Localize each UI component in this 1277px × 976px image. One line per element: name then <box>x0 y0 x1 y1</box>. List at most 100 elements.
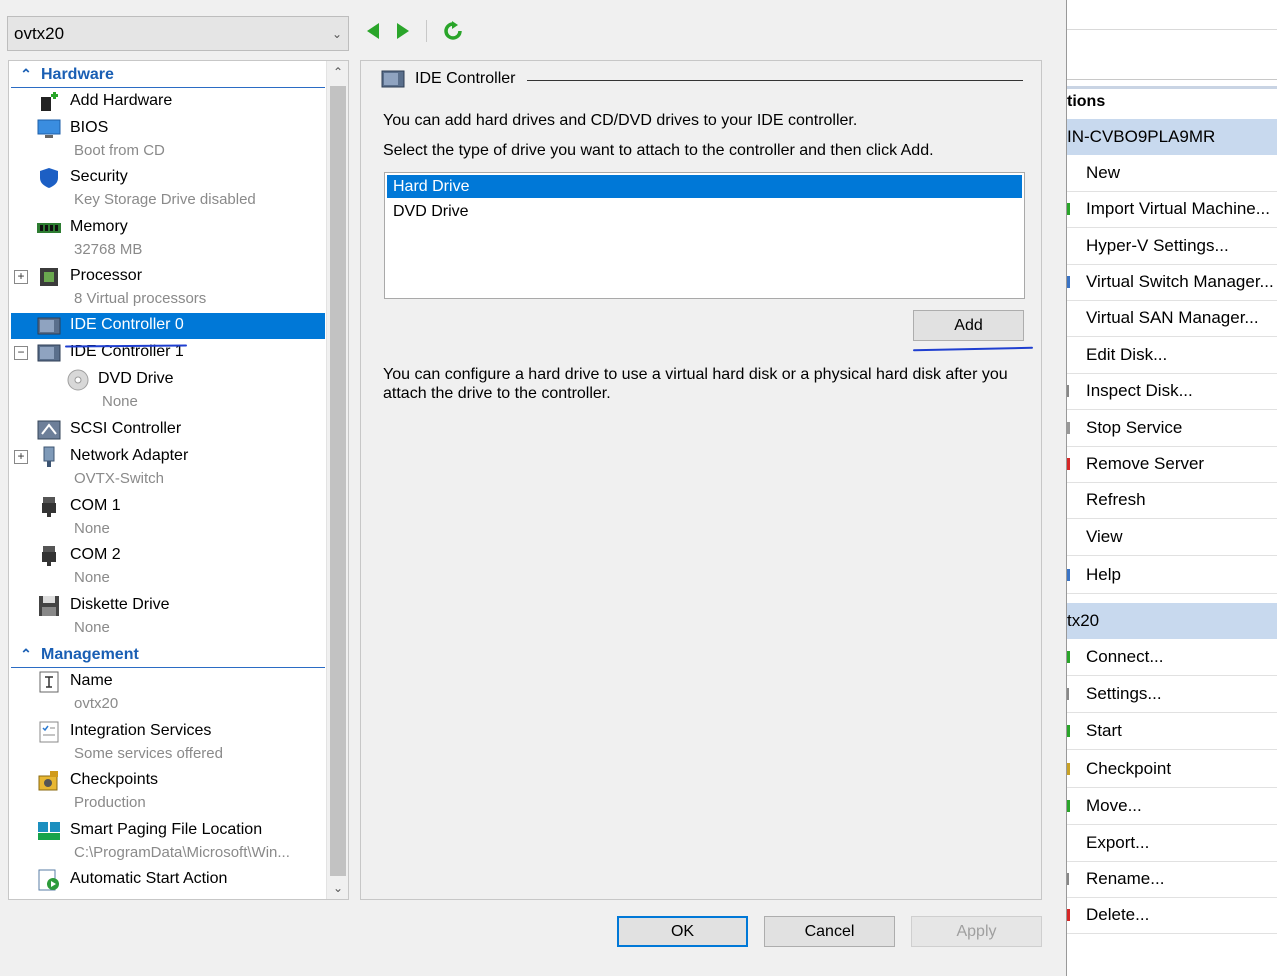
floppy-disk-icon <box>37 595 61 617</box>
tree-item-processor[interactable]: + Processor 8 Virtual processors <box>11 264 325 307</box>
rename-icon <box>1067 873 1069 885</box>
tree-item-label: COM 2 <box>70 546 121 563</box>
refresh-icon[interactable] <box>443 21 463 41</box>
vm-group-header[interactable]: tx20 <box>1067 603 1277 639</box>
tree-item-detail: Key Storage Drive disabled <box>74 191 256 208</box>
tree-item-ide-controller-0[interactable]: IDE Controller 0 <box>11 313 325 339</box>
action-label: Export... <box>1086 833 1150 852</box>
action-remove-server[interactable]: Remove Server <box>1067 446 1277 483</box>
action-label: Virtual SAN Manager... <box>1086 308 1259 327</box>
action-help[interactable]: Help <box>1067 557 1277 594</box>
tree-item-detail: ovtx20 <box>74 695 119 712</box>
action-edit-disk[interactable]: Edit Disk... <box>1067 337 1277 374</box>
scroll-up-icon[interactable]: ⌃ <box>327 61 348 83</box>
add-hardware-icon <box>37 91 61 113</box>
drive-option-dvd-drive[interactable]: DVD Drive <box>387 200 1022 223</box>
group-divider <box>527 80 1023 81</box>
action-virtual-san-manager[interactable]: Virtual SAN Manager... <box>1067 300 1277 337</box>
expand-plus-icon[interactable]: + <box>14 270 28 284</box>
panel-group-title-text: IDE Controller <box>415 70 516 87</box>
vm-selector-dropdown[interactable]: ovtx20 ⌄ <box>7 16 349 51</box>
action-hyperv-settings[interactable]: Hyper-V Settings... <box>1067 228 1277 265</box>
tree-item-com-1[interactable]: COM 1 None <box>11 494 325 537</box>
move-icon <box>1067 800 1070 812</box>
tree-item-bios[interactable]: BIOS Boot from CD <box>11 116 325 159</box>
tree-item-label: Diskette Drive <box>70 596 170 613</box>
add-button[interactable]: Add <box>913 310 1024 341</box>
import-icon <box>1067 203 1070 215</box>
cancel-button[interactable]: Cancel <box>764 916 895 947</box>
tree-item-label: Automatic Start Action <box>70 870 228 887</box>
dvd-disc-icon <box>66 369 90 391</box>
tree-item-detail: OVTX-Switch <box>74 470 165 487</box>
tree-item-diskette-drive[interactable]: Diskette Drive None <box>11 593 325 636</box>
action-settings[interactable]: Settings... <box>1067 676 1277 713</box>
tree-item-smart-paging[interactable]: Smart Paging File Location C:\ProgramDat… <box>11 818 325 861</box>
action-refresh[interactable]: Refresh <box>1067 482 1277 519</box>
scroll-down-icon[interactable]: ⌄ <box>327 877 348 899</box>
collapse-chevron-icon: ⌃ <box>20 646 32 662</box>
action-label: Help <box>1086 565 1121 584</box>
tree-item-network-adapter[interactable]: + Network Adapter OVTX-Switch <box>11 444 325 487</box>
ide-controller-icon <box>37 342 61 364</box>
back-arrow-icon[interactable] <box>366 22 380 40</box>
action-label: Rename... <box>1086 869 1165 888</box>
action-move[interactable]: Move... <box>1067 788 1277 825</box>
tree-item-label: Processor <box>70 267 143 284</box>
actions-pane-title: tions <box>1067 86 1277 116</box>
action-new[interactable]: New <box>1067 155 1277 192</box>
tree-item-memory[interactable]: Memory 32768 MB <box>11 215 325 258</box>
action-label: Edit Disk... <box>1086 345 1168 364</box>
action-rename[interactable]: Rename... <box>1067 861 1277 898</box>
action-inspect-disk[interactable]: Inspect Disk... <box>1067 373 1277 410</box>
tree-item-detail: None <box>74 520 110 537</box>
hardware-section-header[interactable]: ⌃ Hardware <box>11 62 325 88</box>
action-start[interactable]: Start <box>1067 713 1277 750</box>
action-export[interactable]: Export... <box>1067 825 1277 862</box>
apply-button: Apply <box>911 916 1042 947</box>
tree-item-security[interactable]: Security Key Storage Drive disabled <box>11 165 325 208</box>
action-label: Connect... <box>1086 647 1164 666</box>
tree-item-name[interactable]: Name ovtx20 <box>11 669 325 712</box>
switch-icon <box>1067 276 1070 288</box>
action-label: Start <box>1086 721 1122 740</box>
tree-item-add-hardware[interactable]: Add Hardware <box>11 89 325 115</box>
management-section-header[interactable]: ⌃ Management <box>11 642 325 668</box>
scrollbar-thumb[interactable] <box>330 86 346 876</box>
action-stop-service[interactable]: Stop Service <box>1067 410 1277 447</box>
tree-item-label: COM 1 <box>70 497 121 514</box>
collapse-minus-icon[interactable]: − <box>14 346 28 360</box>
settings-icon <box>1067 688 1069 700</box>
action-checkpoint[interactable]: Checkpoint <box>1067 751 1277 788</box>
action-view[interactable]: View <box>1067 519 1277 556</box>
tree-item-com-2[interactable]: COM 2 None <box>11 543 325 586</box>
ok-button[interactable]: OK <box>617 916 748 947</box>
actions-top-strip <box>1067 0 1277 30</box>
action-delete[interactable]: Delete... <box>1067 897 1277 934</box>
tree-item-checkpoints[interactable]: Checkpoints Production <box>11 768 325 811</box>
shield-icon <box>37 167 61 189</box>
action-label: Delete... <box>1086 905 1150 924</box>
panel-description-line-1: You can add hard drives and CD/DVD drive… <box>383 112 858 129</box>
checkpoint-icon <box>1067 763 1070 775</box>
action-connect[interactable]: Connect... <box>1067 639 1277 676</box>
action-import-vm[interactable]: Import Virtual Machine... <box>1067 191 1277 228</box>
auto-start-icon <box>37 869 61 891</box>
tree-item-automatic-start-action[interactable]: Automatic Start Action <box>11 867 325 893</box>
tree-item-dvd-drive[interactable]: DVD Drive None <box>11 367 325 410</box>
tree-scrollbar[interactable]: ⌃ ⌄ <box>326 61 348 899</box>
tree-item-label: Smart Paging File Location <box>70 821 263 838</box>
forward-arrow-icon[interactable] <box>396 22 410 40</box>
server-group-header[interactable]: IN-CVBO9PLA9MR <box>1067 119 1277 155</box>
action-virtual-switch-manager[interactable]: Virtual Switch Manager... <box>1067 264 1277 301</box>
com-port-icon <box>37 545 61 567</box>
drive-option-hard-drive[interactable]: Hard Drive <box>387 175 1022 198</box>
tree-item-detail: Production <box>74 794 146 811</box>
connect-icon <box>1067 651 1070 663</box>
tree-item-scsi-controller[interactable]: SCSI Controller <box>11 417 325 443</box>
drive-type-listbox[interactable]: Hard Drive DVD Drive <box>384 172 1025 299</box>
tree-item-label: Checkpoints <box>70 771 159 788</box>
expand-plus-icon[interactable]: + <box>14 450 28 464</box>
action-label: Inspect Disk... <box>1086 381 1193 400</box>
tree-item-integration-services[interactable]: Integration Services Some services offer… <box>11 719 325 762</box>
